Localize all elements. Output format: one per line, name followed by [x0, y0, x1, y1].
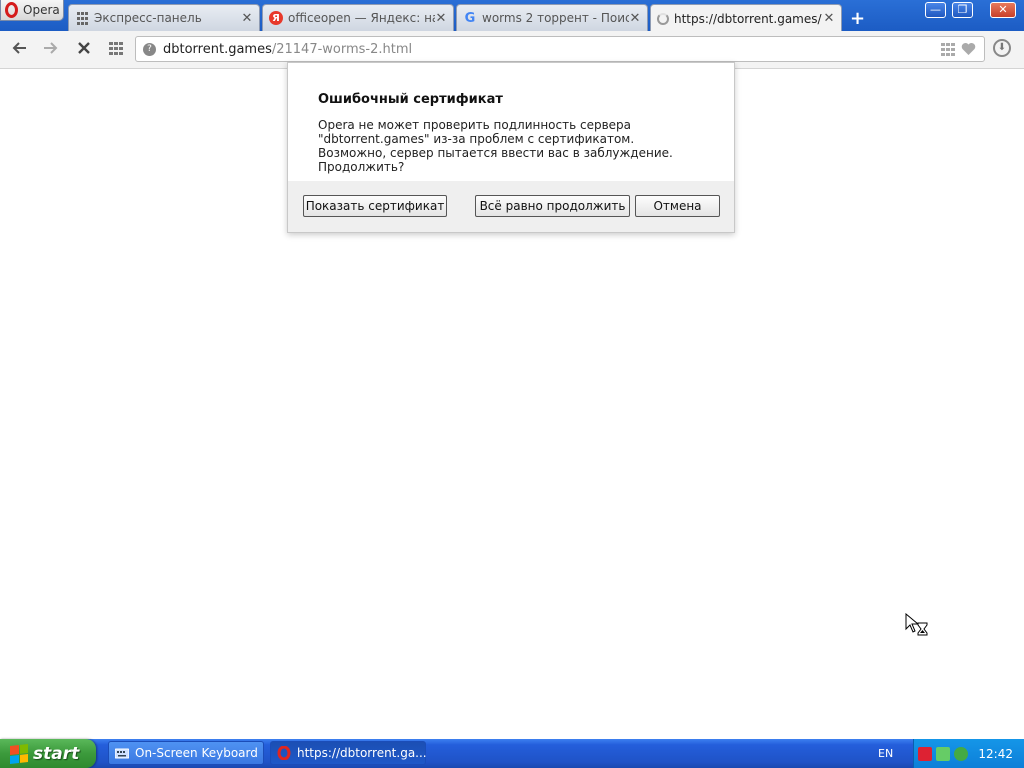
taskbar-item-label: https://dbtorrent.ga...: [297, 746, 427, 760]
new-tab-button[interactable]: +: [850, 8, 865, 29]
speed-dial-icon[interactable]: [108, 40, 124, 60]
url-path: /21147-worms-2.html: [271, 41, 413, 57]
tab-close-icon[interactable]: ✕: [823, 11, 835, 26]
start-button[interactable]: start: [0, 739, 96, 768]
window-close-button[interactable]: ✕: [990, 2, 1016, 18]
speed-dial-grid-icon: [75, 11, 89, 25]
show-certificate-button[interactable]: Показать сертификат: [303, 195, 447, 217]
taskbar-item-opera[interactable]: https://dbtorrent.ga...: [270, 741, 427, 765]
back-arrow-icon[interactable]: [12, 40, 28, 60]
utorrent-icon[interactable]: [954, 746, 968, 761]
stop-loading-icon[interactable]: [76, 40, 92, 60]
tab-close-icon[interactable]: ✕: [629, 11, 641, 26]
windows-logo-icon: [10, 743, 28, 764]
certificate-error-dialog: Ошибочный сертификат Opera не может пров…: [287, 62, 735, 233]
snap-grid-icon[interactable]: [941, 42, 955, 60]
tray-app-icon[interactable]: [918, 746, 932, 761]
download-icon[interactable]: ⬇: [993, 39, 1011, 57]
site-info-icon[interactable]: ?: [143, 42, 156, 56]
continue-anyway-button[interactable]: Всё равно продолжить: [475, 195, 630, 217]
taskbar-item-on-screen-keyboard[interactable]: On-Screen Keyboard: [108, 741, 264, 765]
busy-cursor-icon: [905, 612, 929, 637]
tab-yandex[interactable]: Я officeopen — Яндекс: на ✕: [262, 4, 454, 31]
opera-menu-button[interactable]: Opera: [0, 0, 64, 21]
heart-icon[interactable]: [961, 42, 976, 60]
windows-taskbar: start On-Screen Keyboard https://dbtorre…: [0, 739, 1024, 768]
minimize-button[interactable]: —: [925, 2, 946, 18]
tab-speed-dial[interactable]: Экспресс-панель ✕: [68, 4, 260, 31]
tab-title: officeopen — Яндекс: на: [288, 11, 435, 25]
url-host: dbtorrent.games: [163, 41, 272, 57]
taskbar-item-label: On-Screen Keyboard: [135, 746, 258, 760]
dialog-message: Opera не может проверить подлинность сер…: [318, 118, 673, 174]
dialog-footer: Показать сертификат Всё равно продолжить…: [288, 181, 734, 232]
language-indicator[interactable]: EN: [878, 747, 893, 760]
opera-menu-label: Opera: [23, 3, 60, 17]
cancel-button[interactable]: Отмена: [635, 195, 720, 217]
tab-title: Экспресс-панель: [94, 11, 202, 25]
address-bar[interactable]: ? dbtorrent.games/21147-worms-2.html: [135, 36, 985, 62]
tab-google-search[interactable]: G worms 2 торрент - Поис ✕: [456, 4, 648, 31]
tab-dbtorrent[interactable]: https://dbtorrent.games/ ✕: [650, 4, 842, 32]
yandex-icon: Я: [269, 11, 283, 25]
opera-icon: [277, 745, 291, 761]
tab-title: https://dbtorrent.games/: [674, 11, 822, 26]
clock[interactable]: 12:42: [978, 747, 1013, 761]
tab-close-icon[interactable]: ✕: [435, 11, 447, 26]
forward-arrow-icon[interactable]: [42, 40, 58, 60]
network-icon[interactable]: [936, 746, 950, 761]
tab-title: worms 2 торрент - Поис: [482, 11, 629, 25]
system-tray: 12:42: [913, 739, 1024, 768]
keyboard-icon: [114, 746, 130, 760]
maximize-button[interactable]: ❐: [952, 2, 973, 18]
google-icon: G: [464, 10, 476, 26]
opera-logo-icon: [5, 2, 18, 18]
dialog-title: Ошибочный сертификат: [318, 92, 503, 107]
start-label: start: [33, 743, 80, 764]
loading-spinner-icon: [657, 12, 669, 25]
tab-strip: Opera Экспресс-панель ✕ Я officeopen — Я…: [0, 0, 1024, 32]
tab-close-icon[interactable]: ✕: [241, 11, 253, 26]
